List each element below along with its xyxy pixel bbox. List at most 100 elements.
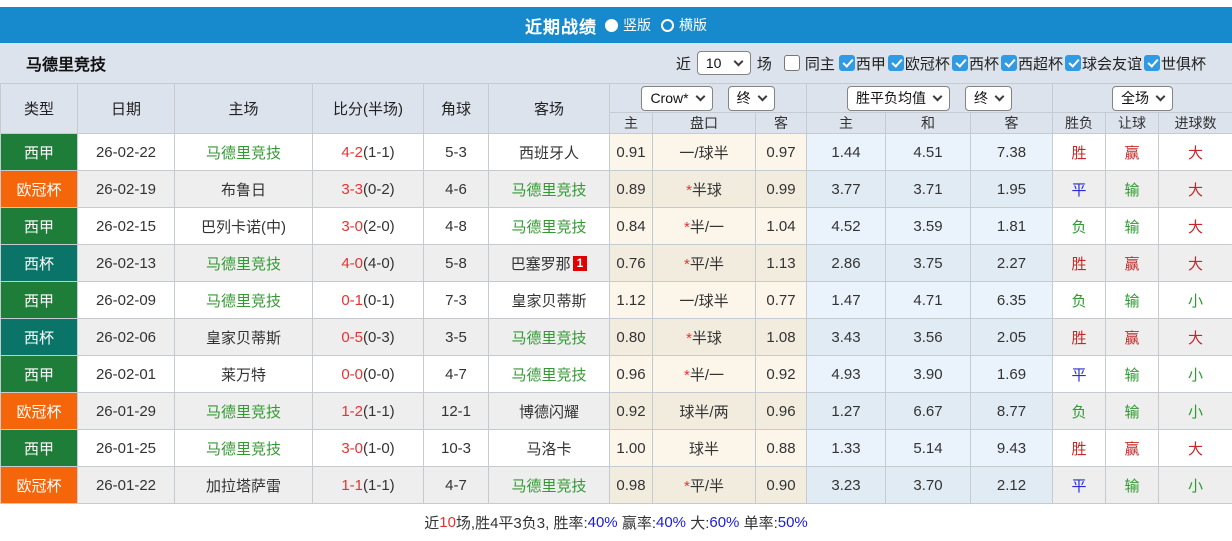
cell-score: 3-0(2-0) bbox=[313, 208, 424, 245]
radio-icon[interactable] bbox=[605, 19, 618, 32]
bookmaker-select[interactable]: Crow* bbox=[641, 86, 712, 111]
cell-europe-away: 1.81 bbox=[971, 208, 1053, 245]
cell-spread-result: 赢 bbox=[1106, 245, 1159, 282]
summary-segment: 单率: bbox=[739, 512, 777, 533]
header-type: 类型 bbox=[1, 84, 78, 134]
competition-label[interactable]: 球会友谊 bbox=[1082, 53, 1142, 74]
cell-score: 4-0(4-0) bbox=[313, 245, 424, 282]
cell-handicap: *半球 bbox=[653, 171, 756, 208]
full-match-select[interactable]: 全场 bbox=[1112, 86, 1173, 111]
subheader-result: 胜负 bbox=[1053, 113, 1106, 134]
layout-radio-option[interactable]: 横版 bbox=[661, 15, 707, 35]
team-name: 马德里竞技 bbox=[26, 51, 106, 75]
header-corner: 角球 bbox=[424, 84, 489, 134]
cell-corners: 5-8 bbox=[424, 245, 489, 282]
cell-europe-away: 2.27 bbox=[971, 245, 1053, 282]
competition-label[interactable]: 世俱杯 bbox=[1161, 53, 1206, 74]
cell-date: 26-02-06 bbox=[78, 319, 175, 356]
competition-checkbox[interactable] bbox=[1144, 55, 1160, 71]
cell-europe-draw: 3.71 bbox=[886, 171, 971, 208]
header-away: 客场 bbox=[489, 84, 610, 134]
cell-odds-away: 0.97 bbox=[756, 134, 807, 171]
odds-time-select[interactable]: 终 bbox=[728, 86, 775, 111]
radio-icon[interactable] bbox=[661, 19, 674, 32]
europe-odds-select[interactable]: 胜平负均值 bbox=[847, 86, 950, 111]
competition-checkbox[interactable] bbox=[888, 55, 904, 71]
cell-home-team: 马德里竞技 bbox=[175, 245, 313, 282]
competition-filter: 球会友谊 bbox=[1065, 53, 1142, 74]
cell-handicap: *半/一 bbox=[653, 208, 756, 245]
subheader-europe-away: 客 bbox=[971, 113, 1053, 134]
summary-segment: 40% bbox=[588, 514, 618, 531]
cell-odds-home: 0.84 bbox=[610, 208, 653, 245]
cell-odds-home: 0.96 bbox=[610, 356, 653, 393]
layout-radio-option[interactable]: 竖版 bbox=[605, 15, 651, 35]
cell-spread-result: 输 bbox=[1106, 171, 1159, 208]
cell-result: 负 bbox=[1053, 208, 1106, 245]
cell-europe-draw: 4.51 bbox=[886, 134, 971, 171]
chevron-down-icon bbox=[733, 56, 743, 66]
cell-away-team: 皇家贝蒂斯 bbox=[489, 282, 610, 319]
competition-filter: 欧冠杯 bbox=[888, 53, 950, 74]
league-badge: 西杯 bbox=[1, 245, 78, 282]
table-row: 欧冠杯 26-01-22 加拉塔萨雷 1-1(1-1) 4-7 马德里竞技 0.… bbox=[1, 467, 1232, 504]
competition-filter: 西超杯 bbox=[1001, 53, 1063, 74]
recent-count-select[interactable]: 10 bbox=[697, 51, 751, 75]
competition-label[interactable]: 西甲 bbox=[856, 53, 886, 74]
cell-score: 0-1(0-1) bbox=[313, 282, 424, 319]
cell-europe-home: 1.27 bbox=[807, 393, 886, 430]
competition-checkbox[interactable] bbox=[1001, 55, 1017, 71]
cell-date: 26-02-22 bbox=[78, 134, 175, 171]
same-home-label[interactable]: 同主 bbox=[805, 53, 835, 74]
cell-europe-home: 2.86 bbox=[807, 245, 886, 282]
cell-corners: 7-3 bbox=[424, 282, 489, 319]
subheader-goals-result: 进球数 bbox=[1159, 113, 1232, 134]
cell-goals-result: 小 bbox=[1159, 282, 1232, 319]
results-table-body: 西甲 26-02-22 马德里竞技 4-2(1-1) 5-3 西班牙人 0.91… bbox=[1, 134, 1232, 504]
layout-radio-label[interactable]: 横版 bbox=[679, 15, 707, 35]
summary-segment: 近 bbox=[424, 512, 439, 533]
competition-checkbox[interactable] bbox=[952, 55, 968, 71]
cell-europe-home: 1.47 bbox=[807, 282, 886, 319]
results-table: 类型 日期 主场 比分(半场) 角球 客场 Crow* 终 bbox=[0, 83, 1232, 504]
competition-filter: 西甲 bbox=[839, 53, 886, 74]
competition-checkbox[interactable] bbox=[1065, 55, 1081, 71]
table-row: 西杯 26-02-06 皇家贝蒂斯 0-5(0-3) 3-5 马德里竞技 0.8… bbox=[1, 319, 1232, 356]
cell-away-team: 马洛卡 bbox=[489, 430, 610, 467]
chevron-down-icon bbox=[933, 91, 943, 101]
recent-label: 近 bbox=[676, 53, 691, 74]
cell-score: 3-3(0-2) bbox=[313, 171, 424, 208]
summary-segment: 40% bbox=[656, 514, 686, 531]
cell-away-team: 马德里竞技 bbox=[489, 319, 610, 356]
rank-badge: 1 bbox=[573, 256, 588, 271]
layout-radio-label[interactable]: 竖版 bbox=[623, 15, 651, 35]
cell-score: 1-2(1-1) bbox=[313, 393, 424, 430]
cell-date: 26-02-19 bbox=[78, 171, 175, 208]
cell-result: 平 bbox=[1053, 467, 1106, 504]
cell-result: 负 bbox=[1053, 282, 1106, 319]
cell-handicap: 球半 bbox=[653, 430, 756, 467]
subheader-odds-home: 主 bbox=[610, 113, 653, 134]
cell-europe-away: 2.12 bbox=[971, 467, 1053, 504]
subheader-europe-home: 主 bbox=[807, 113, 886, 134]
page-title: 近期战绩 bbox=[525, 13, 597, 38]
cell-europe-home: 1.33 bbox=[807, 430, 886, 467]
europe-time-select[interactable]: 终 bbox=[965, 86, 1012, 111]
cell-away-team: 马德里竞技 bbox=[489, 467, 610, 504]
cell-odds-home: 0.80 bbox=[610, 319, 653, 356]
header-date: 日期 bbox=[78, 84, 175, 134]
league-badge: 西甲 bbox=[1, 430, 78, 467]
table-row: 欧冠杯 26-02-19 布鲁日 3-3(0-2) 4-6 马德里竞技 0.89… bbox=[1, 171, 1232, 208]
cell-handicap: *平/半 bbox=[653, 467, 756, 504]
cell-date: 26-01-25 bbox=[78, 430, 175, 467]
competition-label[interactable]: 欧冠杯 bbox=[905, 53, 950, 74]
competition-label[interactable]: 西超杯 bbox=[1018, 53, 1063, 74]
same-home-checkbox[interactable] bbox=[784, 55, 800, 71]
competition-filter: 西杯 bbox=[952, 53, 999, 74]
competition-label[interactable]: 西杯 bbox=[969, 53, 999, 74]
league-badge: 欧冠杯 bbox=[1, 171, 78, 208]
competition-checkbox[interactable] bbox=[839, 55, 855, 71]
cell-away-team: 西班牙人 bbox=[489, 134, 610, 171]
bookmaker-select-value: Crow* bbox=[650, 90, 688, 106]
league-badge: 西甲 bbox=[1, 208, 78, 245]
